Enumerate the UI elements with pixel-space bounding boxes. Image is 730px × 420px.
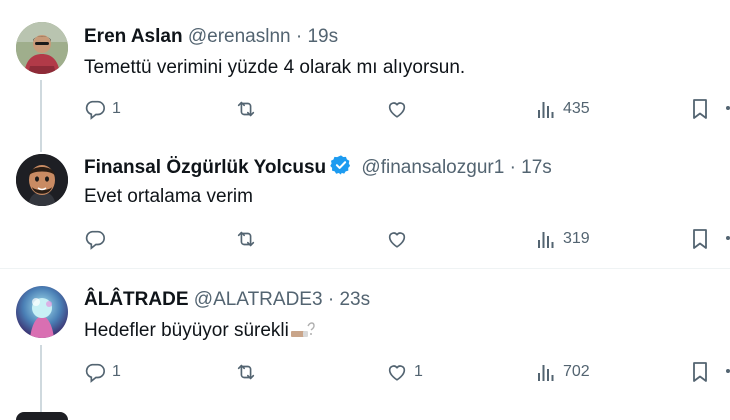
repost-icon [234,361,258,383]
repost-icon [234,98,258,120]
tweet-1[interactable]: Eren Aslan @erenaslnn · 19s Temettü veri… [0,0,730,152]
like-button[interactable] [386,96,414,122]
reply-icon [84,361,106,383]
tweet-header: Eren Aslan @erenaslnn · 19s [84,25,338,49]
like-icon [386,361,408,383]
avatar-eren-aslan[interactable] [16,22,68,74]
repost-button[interactable] [234,96,264,122]
timestamp[interactable]: 17s [521,157,552,178]
like-icon [386,98,408,120]
avatar-finansal-ozgurluk-yolcusu[interactable] [16,154,68,206]
tweet-header: Finansal Özgürlük Yolcusu @finansalozgur… [84,154,552,183]
separator-dot: · [295,26,303,47]
bookmark-icon [690,361,710,383]
reply-button[interactable] [84,226,112,252]
action-bar: 319 [84,226,724,252]
action-bar: 1 435 [84,96,724,122]
reply-button[interactable]: 1 [84,359,121,385]
views-icon [537,228,557,250]
timestamp[interactable]: 19s [307,26,338,47]
tweet-text: Evet ortalama verim [84,186,253,207]
tweet-2[interactable]: Finansal Özgürlük Yolcusu @finansalozgur… [0,140,730,268]
overflow-indicator [726,106,730,110]
reply-button[interactable]: 1 [84,96,121,122]
next-tweet-avatar-partial [16,412,68,420]
repost-icon [234,228,258,250]
avatar-alatrade[interactable] [16,286,68,338]
views-button[interactable]: 319 [537,226,590,252]
repost-button[interactable] [234,359,264,385]
reply-icon [84,98,106,120]
views-count: 702 [563,363,590,380]
thread-line [40,345,42,420]
views-button[interactable]: 435 [537,96,590,122]
separator-dot: · [509,157,516,178]
action-bar: 1 1 702 [84,359,724,385]
overflow-indicator [726,236,730,240]
bookmark-button[interactable] [690,359,710,385]
timestamp[interactable]: 23s [339,289,370,310]
display-name[interactable]: Eren Aslan [84,26,183,47]
verified-badge-icon[interactable] [330,154,352,183]
display-name[interactable]: ÂLÂTRADE [84,289,189,310]
separator-dot: · [327,289,335,310]
bookmark-button[interactable] [690,226,710,252]
like-count: 1 [414,363,423,380]
reply-count: 1 [112,363,121,380]
reply-count: 1 [112,100,121,117]
tweet-text: Hedefler büyüyor sürekli [84,319,316,347]
bookmark-button[interactable] [690,96,710,122]
repost-button[interactable] [234,226,264,252]
user-handle[interactable]: @ALATRADE3 [194,289,323,310]
views-count: 319 [563,230,590,247]
like-icon [386,228,408,250]
views-count: 435 [563,100,590,117]
like-button[interactable]: 1 [386,359,423,385]
emoji-icon [290,320,316,347]
overflow-indicator [726,369,730,373]
bookmark-icon [690,228,710,250]
tweet-3[interactable]: ÂLÂTRADE @ALATRADE3 · 23s Hedefler büyüy… [0,269,730,420]
tweet-text-content: Hedefler büyüyor sürekli [84,320,289,341]
like-button[interactable] [386,226,414,252]
reply-icon [84,228,106,250]
display-name[interactable]: Finansal Özgürlük Yolcusu [84,157,326,178]
tweet-text: Temettü verimini yüzde 4 olarak mı alıyo… [84,57,466,78]
views-icon [537,361,557,383]
user-handle[interactable]: @erenaslnn [188,26,291,47]
views-icon [537,98,557,120]
user-handle[interactable]: @finansalozgur1 [361,157,504,178]
tweet-header: ÂLÂTRADE @ALATRADE3 · 23s [84,288,370,312]
bookmark-icon [690,98,710,120]
views-button[interactable]: 702 [537,359,590,385]
